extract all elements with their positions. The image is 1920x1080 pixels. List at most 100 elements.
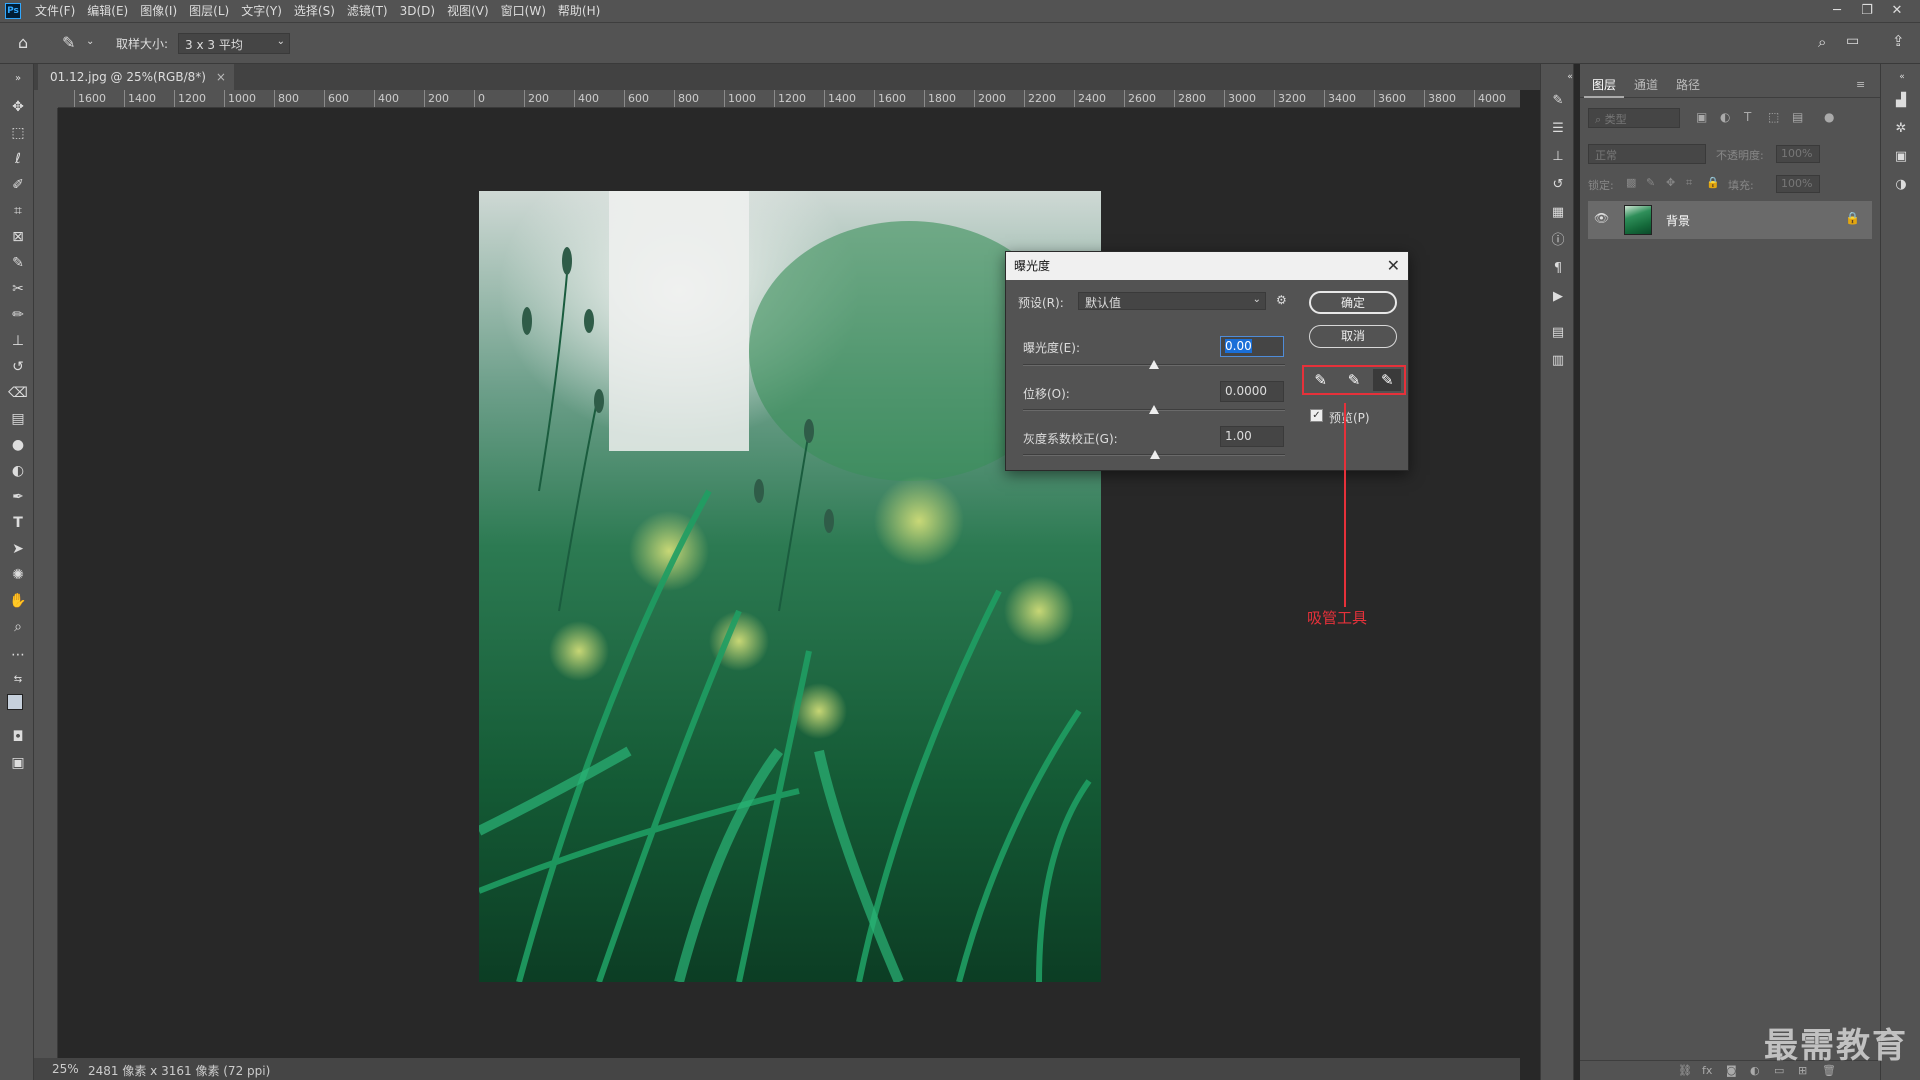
tab-channels[interactable]: 通道 [1626, 74, 1666, 98]
foreground-color-swatch[interactable] [7, 694, 23, 710]
histogram-icon[interactable]: ▟ [1892, 92, 1910, 110]
ok-button[interactable]: 确定 [1309, 291, 1397, 314]
tab-paths[interactable]: 路径 [1668, 74, 1708, 98]
history-brush-icon[interactable]: ↺ [7, 356, 29, 378]
move-tool-icon[interactable]: ✥ [7, 96, 29, 118]
white-point-eyedropper-icon[interactable]: ✎ [1373, 369, 1402, 391]
tab-layers[interactable]: 图层 [1584, 74, 1625, 98]
lock-transparent-icon[interactable]: ▩ [1626, 176, 1636, 189]
quick-select-tool-icon[interactable]: ✐ [7, 174, 29, 196]
menu-image[interactable]: 图像(I) [134, 0, 183, 22]
shape-tool-icon[interactable]: ✺ [7, 564, 29, 586]
eyedropper-preset-icon[interactable]: ✎ [62, 33, 75, 52]
preset-settings-icon[interactable]: ⚙ [1276, 293, 1287, 307]
swatches-icon[interactable]: ▣ [1892, 148, 1910, 166]
sample-size-select[interactable]: 3 x 3 平均 ⌄ [178, 33, 290, 54]
collapse-icon[interactable]: » [7, 68, 29, 90]
visibility-eye-icon[interactable]: 👁 [1594, 211, 1609, 225]
menu-layer[interactable]: 图层(L) [183, 0, 235, 22]
color-icon[interactable]: ◑ [1892, 176, 1910, 194]
black-point-eyedropper-icon[interactable]: ✎ [1307, 369, 1335, 391]
menu-select[interactable]: 选择(S) [288, 0, 341, 22]
menu-3d[interactable]: 3D(D) [394, 0, 441, 22]
zoom-level[interactable]: 25% [52, 1062, 79, 1076]
layer-kind-filter[interactable]: ⌕ 类型 [1588, 108, 1680, 128]
filter-toggle-icon[interactable]: ● [1824, 110, 1834, 124]
properties-icon[interactable]: ▦ [1549, 204, 1567, 222]
history-icon[interactable]: ↺ [1549, 176, 1567, 194]
eraser-tool-icon[interactable]: ⌫ [7, 382, 29, 404]
close-icon[interactable]: × [216, 64, 226, 90]
menu-window[interactable]: 窗口(W) [495, 0, 552, 22]
workspace-icon[interactable]: ▭ [1846, 33, 1859, 49]
hand-tool-icon[interactable]: ✋ [7, 590, 29, 612]
crop-tool-icon[interactable]: ⌗ [7, 200, 29, 222]
info-icon[interactable]: ⓘ [1549, 232, 1567, 250]
adjustments-icon[interactable]: ☰ [1549, 120, 1567, 138]
link-layers-icon[interactable]: ⛓ [1678, 1064, 1692, 1077]
marquee-tool-icon[interactable]: ⬚ [7, 122, 29, 144]
pixel-filter-icon[interactable]: ▣ [1696, 110, 1707, 124]
stamp-tool-icon[interactable]: ⊥ [7, 330, 29, 352]
document-tab[interactable]: 01.12.jpg @ 25%(RGB/8*) × [38, 64, 234, 90]
layer-style-icon[interactable]: fx [1702, 1064, 1712, 1077]
collapse-icon[interactable]: « [1561, 68, 1579, 86]
adjustment-filter-icon[interactable]: ◐ [1720, 110, 1730, 124]
gamma-input[interactable]: 1.00 [1220, 426, 1284, 447]
offset-slider-thumb[interactable] [1149, 405, 1159, 414]
type-filter-icon[interactable]: T [1744, 110, 1751, 124]
healing-tool-icon[interactable]: ✂ [7, 278, 29, 300]
lock-image-icon[interactable]: ✎ [1646, 176, 1655, 189]
chevron-down-icon[interactable]: ⌄ [86, 36, 94, 47]
zoom-tool-icon[interactable]: ⌕ [7, 616, 29, 638]
shape-filter-icon[interactable]: ⬚ [1768, 110, 1779, 124]
type-tool-icon[interactable]: T [7, 512, 29, 534]
menu-view[interactable]: 视图(V) [441, 0, 495, 22]
layer-row[interactable]: 👁 背景 🔒 [1588, 201, 1872, 239]
dodge-tool-icon[interactable]: ◐ [7, 460, 29, 482]
lasso-tool-icon[interactable]: ℓ [7, 148, 29, 170]
close-icon[interactable]: ✕ [1387, 252, 1400, 280]
add-mask-icon[interactable]: ◙ [1726, 1064, 1737, 1077]
menu-filter[interactable]: 滤镜(T) [341, 0, 394, 22]
path-select-icon[interactable]: ➤ [7, 538, 29, 560]
brush-tool-icon[interactable]: ✏ [7, 304, 29, 326]
cancel-button[interactable]: 取消 [1309, 325, 1397, 348]
blur-tool-icon[interactable]: ● [7, 434, 29, 456]
notes-icon[interactable]: ▥ [1549, 352, 1567, 370]
actions-play-icon[interactable]: ▶ [1549, 288, 1567, 306]
fill-input[interactable]: 100% [1776, 175, 1820, 193]
pen-tool-icon[interactable]: ✒ [7, 486, 29, 508]
gradient-tool-icon[interactable]: ▤ [7, 408, 29, 430]
frame-tool-icon[interactable]: ⊠ [7, 226, 29, 248]
more-tools-icon[interactable]: ⋯ [7, 644, 29, 666]
smart-object-filter-icon[interactable]: ▤ [1792, 110, 1803, 124]
lock-all-icon[interactable]: 🔒 [1706, 176, 1720, 189]
lock-artboard-icon[interactable]: ⌗ [1686, 176, 1692, 190]
restore-icon[interactable]: ❐ [1852, 0, 1882, 22]
gray-point-eyedropper-icon[interactable]: ✎ [1340, 369, 1368, 391]
collapse-icon[interactable]: « [1893, 68, 1911, 86]
search-icon[interactable]: ⌕ [1818, 33, 1826, 51]
screen-mode-icon[interactable]: ▣ [7, 752, 29, 774]
swap-colors-icon[interactable]: ⇆ [7, 669, 29, 691]
home-icon[interactable]: ⌂ [18, 33, 28, 52]
minimize-icon[interactable]: ─ [1822, 0, 1852, 22]
close-window-icon[interactable]: ✕ [1882, 0, 1912, 22]
menu-type[interactable]: 文字(Y) [235, 0, 288, 22]
share-icon[interactable]: ⇪ [1892, 32, 1905, 50]
blend-mode-select[interactable]: 正常 [1588, 144, 1706, 164]
menu-file[interactable]: 文件(F) [29, 0, 81, 22]
libraries-icon[interactable]: ▤ [1549, 324, 1567, 342]
preset-select[interactable]: 默认值 ⌄ [1078, 292, 1266, 310]
offset-input[interactable]: 0.0000 [1220, 381, 1284, 402]
character-icon[interactable]: ¶ [1549, 260, 1567, 278]
clone-source-icon[interactable]: ⊥ [1549, 148, 1567, 166]
menu-edit[interactable]: 编辑(E) [81, 0, 134, 22]
opacity-input[interactable]: 100% [1776, 145, 1820, 163]
gamma-slider-thumb[interactable] [1150, 450, 1160, 459]
layer-name[interactable]: 背景 [1666, 212, 1690, 229]
navigator-icon[interactable]: ✲ [1892, 120, 1910, 138]
exposure-slider-thumb[interactable] [1149, 360, 1159, 369]
quick-mask-icon[interactable]: ◘ [7, 726, 29, 748]
